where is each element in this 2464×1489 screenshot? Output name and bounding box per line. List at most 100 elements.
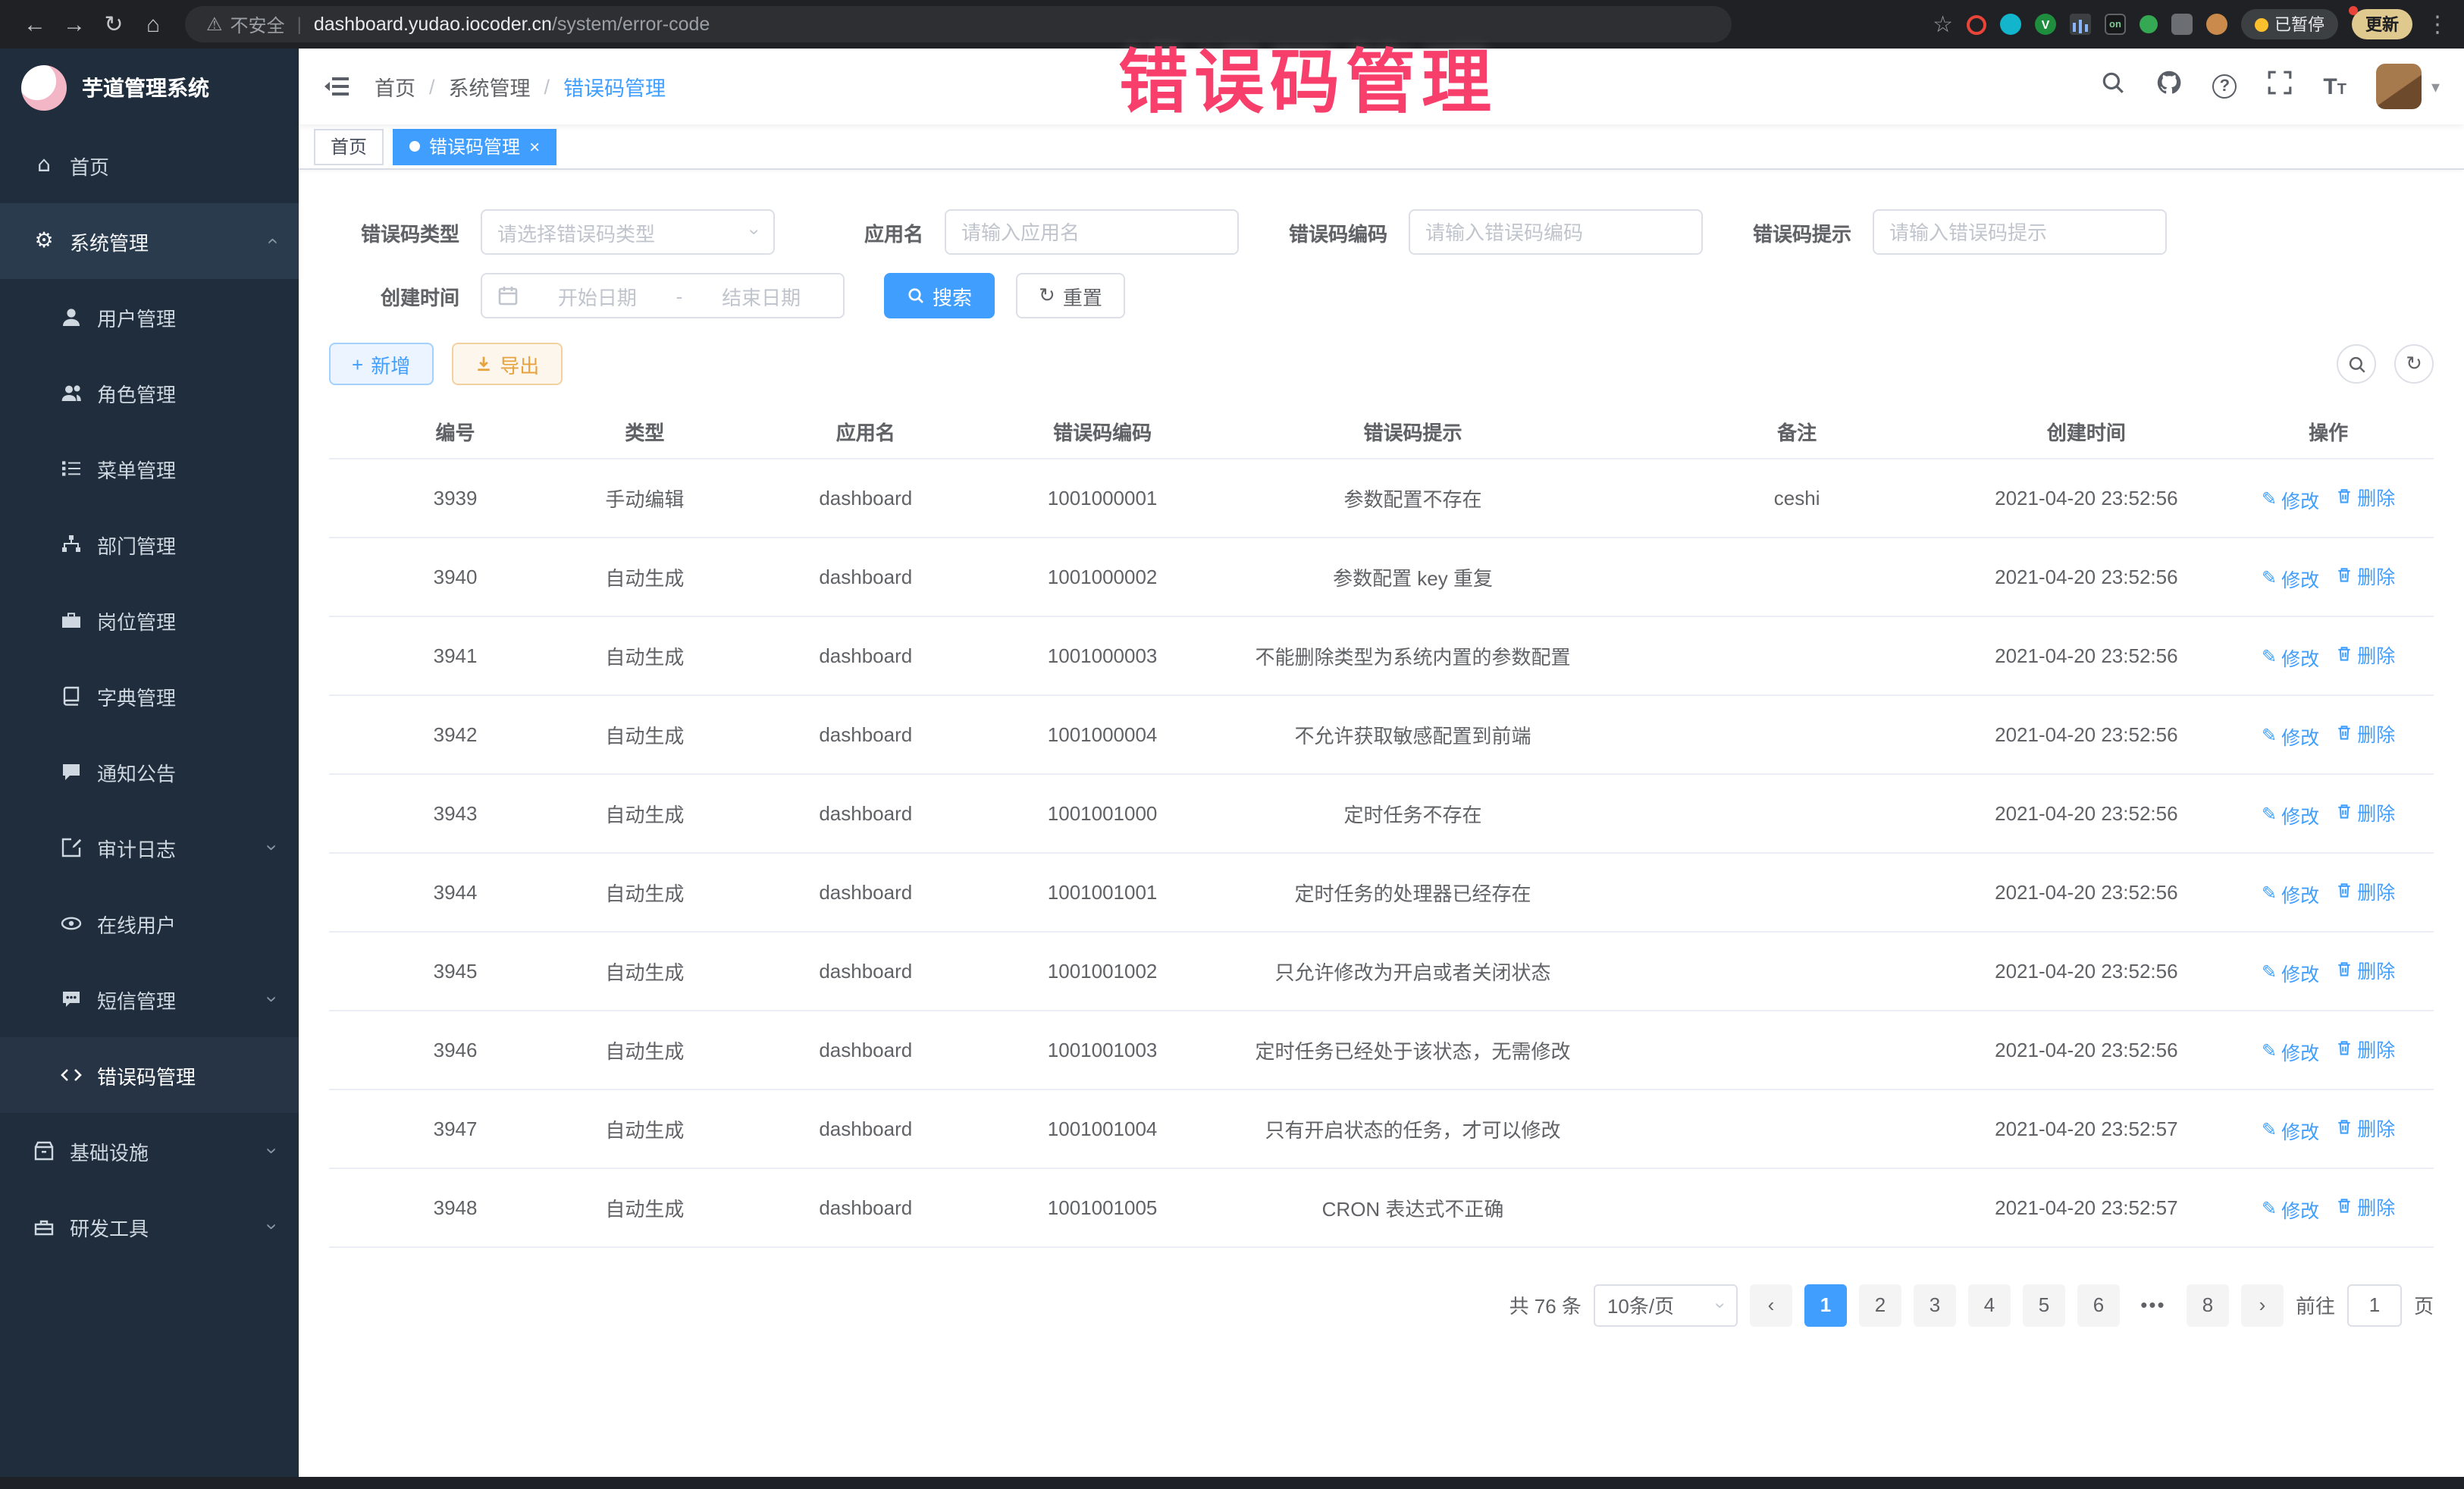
jump-suffix-label: 页 <box>2414 1290 2434 1319</box>
edit-link[interactable]: ✎修改 <box>2262 721 2319 750</box>
tab-error-code-management[interactable]: 错误码管理 × <box>393 128 556 165</box>
active-tab-dot-icon <box>409 141 420 152</box>
sidebar-item-online-users[interactable]: 在线用户 <box>0 886 299 961</box>
delete-link[interactable]: 删除 <box>2334 639 2395 668</box>
edit-link[interactable]: ✎修改 <box>2262 484 2319 513</box>
forward-icon[interactable]: → <box>55 11 94 37</box>
prev-page-button[interactable]: ‹ <box>1750 1284 1792 1326</box>
fullscreen-icon[interactable] <box>2267 70 2293 103</box>
page-button[interactable]: 2 <box>1859 1284 1901 1326</box>
reload-icon[interactable]: ↻ <box>94 11 133 38</box>
sidebar-item-home[interactable]: ⌂ 首页 <box>0 127 299 203</box>
jump-page-input[interactable] <box>2347 1284 2402 1326</box>
font-size-icon[interactable]: TT <box>2323 74 2346 99</box>
error-type-select[interactable]: 请选择错误码类型 › <box>481 209 775 255</box>
refresh-circle-button[interactable]: ↻ <box>2394 344 2434 384</box>
edit-link[interactable]: ✎修改 <box>2262 1115 2319 1144</box>
page-button[interactable]: 6 <box>2077 1284 2120 1326</box>
edit-link[interactable]: ✎修改 <box>2262 1194 2319 1223</box>
cell-app: dashboard <box>708 1010 1024 1089</box>
delete-link[interactable]: 删除 <box>2334 797 2395 826</box>
extension-leaf-icon[interactable] <box>2140 15 2158 33</box>
browser-menu-icon[interactable]: ⋮ <box>2426 11 2449 38</box>
sidebar-item-error-code-management[interactable]: 错误码管理 <box>0 1037 299 1113</box>
sidebar-item-post-management[interactable]: 岗位管理 <box>0 582 299 658</box>
profile-avatar-icon[interactable] <box>2206 14 2227 35</box>
breadcrumb-system[interactable]: 系统管理 <box>449 71 531 102</box>
extension-pin-icon[interactable] <box>2171 14 2193 35</box>
create-time-range-picker[interactable]: 开始日期 - 结束日期 <box>481 273 845 318</box>
next-page-button[interactable]: › <box>2241 1284 2284 1326</box>
sidebar-item-audit-log[interactable]: 审计日志 › <box>0 810 299 886</box>
sidebar-item-dict-management[interactable]: 字典管理 <box>0 658 299 734</box>
export-button[interactable]: 导出 <box>451 343 562 385</box>
page-button[interactable]: 5 <box>2023 1284 2065 1326</box>
caret-down-icon: ▾ <box>2431 77 2440 96</box>
sidebar-item-role-management[interactable]: 角色管理 <box>0 355 299 431</box>
page-button[interactable]: 8 <box>2187 1284 2229 1326</box>
extension-teal-icon[interactable] <box>2000 14 2021 35</box>
delete-link[interactable]: 删除 <box>2334 481 2395 510</box>
app-logo-row[interactable]: 芋道管理系统 <box>0 49 299 127</box>
reset-button[interactable]: ↻ 重置 <box>1016 273 1125 318</box>
delete-link[interactable]: 删除 <box>2334 1112 2395 1141</box>
extension-red-icon[interactable] <box>1967 14 1986 34</box>
cell-actions: ✎修改删除 <box>2223 773 2434 852</box>
show-search-circle-button[interactable] <box>2337 344 2376 384</box>
toolbox-icon <box>33 1216 55 1237</box>
search-button[interactable]: 搜索 <box>884 273 995 318</box>
app-logo <box>21 65 67 111</box>
extension-bars-icon[interactable] <box>2070 14 2091 35</box>
sidebar-item-system-management[interactable]: ⚙ 系统管理 › <box>0 203 299 279</box>
add-button[interactable]: + 新增 <box>329 343 433 385</box>
page-button[interactable]: 1 <box>1804 1284 1847 1326</box>
sidebar-item-infrastructure[interactable]: 基础设施 › <box>0 1113 299 1189</box>
delete-link[interactable]: 删除 <box>2334 955 2395 983</box>
page-button[interactable]: 4 <box>1968 1284 2011 1326</box>
github-icon[interactable] <box>2156 70 2182 103</box>
sidebar-item-notice[interactable]: 通知公告 <box>0 734 299 810</box>
help-icon[interactable]: ? <box>2212 74 2237 99</box>
sidebar-item-dept-management[interactable]: 部门管理 <box>0 506 299 582</box>
back-icon[interactable]: ← <box>15 11 55 37</box>
extension-on-icon[interactable]: on <box>2105 14 2126 35</box>
breadcrumb-current: 错误码管理 <box>563 71 666 102</box>
sidebar-item-user-management[interactable]: 用户管理 <box>0 279 299 355</box>
delete-link[interactable]: 删除 <box>2334 1191 2395 1220</box>
header-search-icon[interactable] <box>2100 70 2126 103</box>
browser-home-icon[interactable]: ⌂ <box>133 11 173 37</box>
edit-link[interactable]: ✎修改 <box>2262 800 2319 829</box>
col-header-msg: 错误码提示 <box>1181 406 1644 458</box>
delete-link[interactable]: 删除 <box>2334 560 2395 589</box>
delete-link[interactable]: 删除 <box>2334 718 2395 747</box>
error-code-input[interactable] <box>1409 209 1703 255</box>
more-pages-icon[interactable]: ••• <box>2132 1284 2174 1326</box>
bookmark-star-icon[interactable]: ☆ <box>1933 11 1953 38</box>
sidebar-item-sms-management[interactable]: 短信管理 › <box>0 961 299 1037</box>
paused-badge[interactable]: 已暂停 <box>2241 9 2338 39</box>
error-msg-input[interactable] <box>1873 209 2167 255</box>
edit-link[interactable]: ✎修改 <box>2262 563 2319 592</box>
update-button[interactable]: 更新 <box>2352 9 2412 39</box>
delete-link[interactable]: 删除 <box>2334 1033 2395 1062</box>
user-avatar-menu[interactable]: ▾ <box>2377 64 2440 109</box>
sidebar-item-dev-tools[interactable]: 研发工具 › <box>0 1189 299 1265</box>
tab-home[interactable]: 首页 <box>314 128 384 165</box>
close-tab-icon[interactable]: × <box>529 136 540 157</box>
address-bar[interactable]: ⚠ 不安全 | dashboard.yudao.iocoder.cn/syste… <box>185 6 1732 42</box>
edit-link[interactable]: ✎修改 <box>2262 958 2319 986</box>
edit-link[interactable]: ✎修改 <box>2262 879 2319 908</box>
delete-link[interactable]: 删除 <box>2334 876 2395 904</box>
hamburger-icon[interactable] <box>323 74 350 99</box>
breadcrumb-home[interactable]: 首页 <box>375 71 415 102</box>
filter-app-label: 应用名 <box>793 218 923 246</box>
pagination: 共 76 条 10条/页 › ‹ 1 2 3 4 5 6 ••• 8 › 前往 <box>329 1284 2434 1326</box>
extension-green-v-icon[interactable]: V <box>2035 14 2056 35</box>
edit-link[interactable]: ✎修改 <box>2262 642 2319 671</box>
app-name-input[interactable] <box>945 209 1239 255</box>
page-button[interactable]: 3 <box>1914 1284 1956 1326</box>
cell-app: dashboard <box>708 616 1024 694</box>
sidebar-item-menu-management[interactable]: 菜单管理 <box>0 431 299 506</box>
edit-link[interactable]: ✎修改 <box>2262 1036 2319 1065</box>
page-size-select[interactable]: 10条/页 › <box>1594 1284 1738 1326</box>
